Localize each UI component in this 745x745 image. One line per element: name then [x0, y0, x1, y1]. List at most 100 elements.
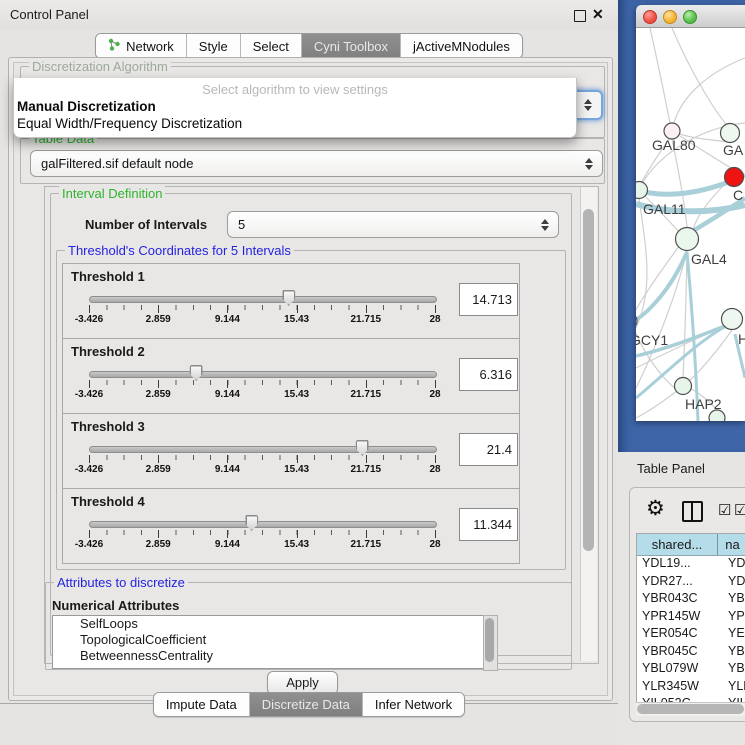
network-canvas[interactable]: GAL80GACGAL11GAL4GCY1HHAP2 — [636, 28, 745, 421]
threshold-value-field[interactable]: 6.316 — [459, 358, 518, 391]
number-of-intervals-combobox[interactable]: 5 — [227, 211, 559, 238]
network-node-label: GAL4 — [691, 251, 727, 267]
threshold-slider[interactable]: -3.426 2.859 9.144 15.43 21.715 28 — [89, 515, 435, 561]
group-title: Interval Definition — [59, 186, 165, 201]
table-cell[interactable]: YER054C — [637, 626, 722, 644]
network-node[interactable] — [675, 378, 692, 395]
split-columns-icon[interactable] — [682, 501, 703, 522]
column-header[interactable]: na — [718, 534, 745, 555]
network-node[interactable] — [636, 182, 648, 199]
checkbox-icon[interactable]: ☑ — [734, 501, 745, 519]
network-node[interactable] — [725, 168, 744, 187]
table-cell[interactable]: YDR27... — [637, 574, 722, 592]
network-node-label: GAL11 — [643, 201, 686, 217]
slider-ticks — [89, 530, 435, 535]
table-cell[interactable]: YDL19... — [637, 556, 722, 574]
scrollbar-thumb[interactable] — [583, 209, 594, 551]
table-row[interactable]: YLR345WYLR3 — [637, 679, 745, 697]
threshold-value-field[interactable]: 21.4 — [459, 433, 518, 466]
zoom-traffic-light-icon[interactable] — [683, 10, 697, 24]
tab-cyni-toolbox[interactable]: Cyni Toolbox — [301, 34, 400, 58]
tab-jactivemnodules[interactable]: jActiveMNodules — [400, 34, 522, 58]
network-node[interactable] — [722, 309, 743, 330]
table-cell[interactable]: YBR045C — [637, 644, 722, 662]
table-cell[interactable]: YPR1 — [722, 609, 745, 627]
table-row[interactable]: YDR27...YDR2 — [637, 574, 745, 592]
slider-track[interactable] — [89, 521, 437, 528]
scrollbar-thumb[interactable] — [485, 618, 494, 662]
table-cell[interactable]: YLR3 — [722, 679, 745, 697]
tick-label: -3.426 — [75, 389, 103, 400]
table-cell[interactable]: YDR2 — [722, 574, 745, 592]
slider-ticks — [89, 380, 435, 385]
table-cell[interactable]: YBR043C — [637, 591, 722, 609]
minimize-traffic-light-icon[interactable] — [663, 10, 677, 24]
threshold-slider[interactable]: -3.426 2.859 9.144 15.43 21.715 28 — [89, 290, 435, 336]
float-window-icon[interactable] — [574, 10, 586, 22]
scrollbar-thumb[interactable] — [637, 704, 744, 714]
table-cell[interactable]: YLR345W — [637, 679, 722, 697]
tick-label: 21.715 — [351, 539, 382, 550]
tab-impute-data[interactable]: Impute Data — [154, 693, 249, 716]
network-node[interactable] — [676, 228, 699, 251]
slider-track[interactable] — [89, 371, 437, 378]
slider-ticks — [89, 305, 435, 310]
threshold-slider[interactable]: -3.426 2.859 9.144 15.43 21.715 28 — [89, 440, 435, 486]
list-item[interactable]: TopologicalCoefficient — [53, 632, 483, 648]
list-scrollbar[interactable] — [483, 615, 498, 671]
table-cell[interactable]: YBL079W — [637, 661, 722, 679]
threshold-value-field[interactable]: 11.344 — [459, 508, 518, 541]
table-cell[interactable]: YPR145W — [637, 609, 722, 627]
network-node[interactable] — [721, 124, 740, 143]
attributes-list[interactable]: SelfLoops TopologicalCoefficient Between… — [52, 615, 484, 669]
tick-label: 28 — [429, 539, 440, 550]
stepper-arrows-icon — [584, 99, 592, 111]
table-data-combobox[interactable]: galFiltered.sif default node — [30, 150, 603, 177]
table-cell[interactable]: YBR0 — [722, 644, 745, 662]
slider-track[interactable] — [89, 296, 437, 303]
tab-network[interactable]: Network — [96, 34, 186, 58]
threshold-value-field[interactable]: 14.713 — [459, 283, 518, 316]
tab-style[interactable]: Style — [186, 34, 240, 58]
tab-infer-network[interactable]: Infer Network — [362, 693, 464, 716]
tick-label: 2.859 — [146, 389, 171, 400]
bottom-tab-bar: Impute Data Discretize Data Infer Networ… — [0, 692, 618, 717]
table-cell[interactable]: YDL1 — [722, 556, 745, 574]
close-icon[interactable]: ✕ — [592, 6, 604, 23]
column-header[interactable]: shared... — [637, 534, 718, 555]
table-cell[interactable]: YBL0 — [722, 661, 745, 679]
table-row[interactable]: YBR043CYBR0 — [637, 591, 745, 609]
gear-icon[interactable]: ⚙ — [646, 496, 665, 521]
table-row[interactable]: YPR145WYPR1 — [637, 609, 745, 627]
threshold-slider[interactable]: -3.426 2.859 9.144 15.43 21.715 28 — [89, 365, 435, 411]
slider-thumb[interactable] — [356, 440, 369, 456]
node-table[interactable]: shared... na YDL19...YDL1 YDR27...YDR2 Y… — [636, 533, 745, 705]
slider-thumb[interactable] — [190, 365, 203, 381]
table-row[interactable]: YBR045CYBR0 — [637, 644, 745, 662]
checkbox-icon[interactable]: ☑ — [718, 501, 731, 519]
slider-thumb[interactable] — [282, 290, 295, 306]
tab-discretize-data[interactable]: Discretize Data — [249, 693, 362, 716]
threshold-row: Threshold 3 -3.426 2.859 9.144 15.43 21.… — [62, 413, 520, 489]
vertical-scrollbar[interactable] — [580, 187, 597, 661]
slider-track[interactable] — [89, 446, 437, 453]
table-row[interactable]: YDL19...YDL1 — [637, 556, 745, 574]
tab-select[interactable]: Select — [240, 34, 301, 58]
table-cell[interactable]: YBR0 — [722, 591, 745, 609]
tick-label: 2.859 — [146, 539, 171, 550]
list-item[interactable]: SelfLoops — [53, 616, 483, 632]
dropdown-option-equal-width-frequency[interactable]: Equal Width/Frequency Discretization — [17, 116, 242, 131]
dropdown-option-manual-discretization[interactable]: Manual Discretization — [17, 99, 156, 114]
table-row[interactable]: YBL079WYBL0 — [637, 661, 745, 679]
network-node[interactable] — [709, 410, 725, 421]
table-cell[interactable]: YER0 — [722, 626, 745, 644]
slider-thumb[interactable] — [245, 515, 258, 531]
horizontal-scrollbar[interactable] — [636, 702, 745, 716]
control-panel-titlebar: Control Panel ✕ — [0, 0, 618, 30]
stepper-arrows-icon — [541, 219, 549, 231]
list-item[interactable]: BetweennessCentrality — [53, 648, 483, 664]
network-window-titlebar[interactable] — [636, 5, 745, 28]
dropdown-hint: Select algorithm to view settings — [14, 82, 576, 97]
table-row[interactable]: YER054CYER0 — [637, 626, 745, 644]
close-traffic-light-icon[interactable] — [643, 10, 657, 24]
